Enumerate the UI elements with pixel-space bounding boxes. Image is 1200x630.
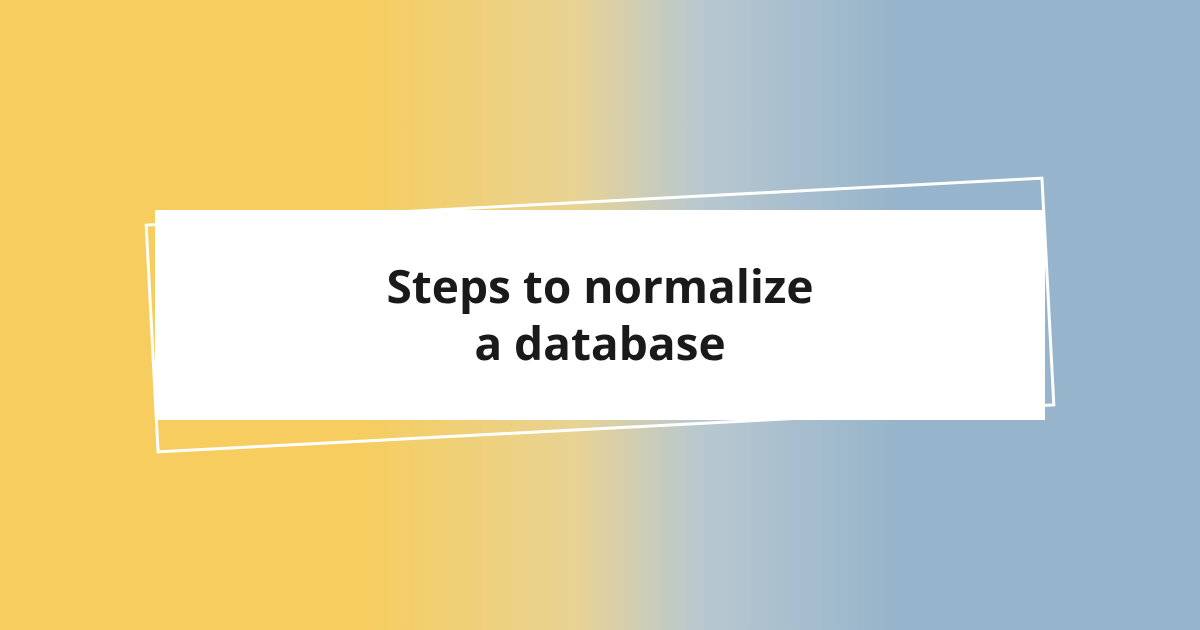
title-line-2: a database: [474, 312, 725, 374]
title-card: Steps to normalize a database: [155, 210, 1045, 420]
title-card-wrapper: Steps to normalize a database: [150, 200, 1050, 430]
page-title: Steps to normalize a database: [386, 258, 813, 373]
title-line-1: Steps to normalize: [386, 255, 813, 317]
